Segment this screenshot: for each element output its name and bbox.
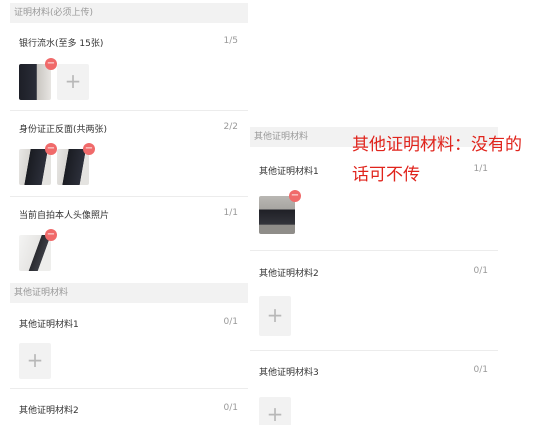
upload-item-selfie: 当前自拍本人头像照片 1/1 − xyxy=(10,197,248,283)
item-count: 0/1 xyxy=(223,403,238,413)
upload-item-bank-statement: 银行流水(至多 15张) 1/5 − + xyxy=(10,23,248,111)
item-title: 其他证明材料3 xyxy=(259,368,319,378)
upload-item-other-2: 其他证明材料2 0/1 xyxy=(10,389,248,425)
item-title: 其他证明材料2 xyxy=(19,406,79,416)
item-count: 0/1 xyxy=(473,365,488,375)
photo-thumbnail xyxy=(57,149,89,185)
item-count: 2/2 xyxy=(223,122,238,132)
minus-circle-icon[interactable]: − xyxy=(83,143,95,155)
add-image-button[interactable]: + xyxy=(19,343,51,379)
item-count: 1/5 xyxy=(223,36,238,46)
photo-thumbnail xyxy=(19,64,51,100)
uploaded-image[interactable]: − xyxy=(19,143,57,185)
uploaded-image[interactable]: − xyxy=(19,229,57,271)
photo-thumbnail xyxy=(19,149,51,185)
add-image-button[interactable]: + xyxy=(259,296,291,336)
annotation-note: 其他证明材料：没有的话可不传 xyxy=(352,135,522,185)
item-title: 当前自拍本人头像照片 xyxy=(19,211,110,221)
item-title: 其他证明材料1 xyxy=(19,320,79,330)
add-image-button[interactable]: + xyxy=(57,64,89,100)
item-count: 0/1 xyxy=(223,317,238,327)
upload-item-other-1: 其他证明材料1 0/1 + xyxy=(10,303,248,389)
uploaded-image[interactable]: − xyxy=(259,190,301,234)
minus-circle-icon[interactable]: − xyxy=(289,190,301,202)
photo-thumbnail xyxy=(259,196,295,234)
add-image-button[interactable]: + xyxy=(259,397,291,425)
uploaded-image[interactable]: − xyxy=(57,143,95,185)
item-title: 银行流水(至多 15张) xyxy=(19,39,104,49)
photo-thumbnail xyxy=(19,235,51,271)
section-header-required: 证明材料(必须上传) xyxy=(10,3,248,23)
minus-circle-icon[interactable]: − xyxy=(45,143,57,155)
upload-form-left: 证明材料(必须上传) 银行流水(至多 15张) 1/5 − + 身份证正反面(共… xyxy=(10,0,248,425)
upload-item-other-3: 其他证明材料3 0/1 + xyxy=(250,351,498,425)
item-title: 其他证明材料1 xyxy=(259,167,319,177)
item-title: 其他证明材料2 xyxy=(259,269,319,279)
item-count: 0/1 xyxy=(473,266,488,276)
item-title: 身份证正反面(共两张) xyxy=(19,125,108,135)
section-header-other: 其他证明材料 xyxy=(10,283,248,303)
minus-circle-icon[interactable]: − xyxy=(45,229,57,241)
upload-item-id-card: 身份证正反面(共两张) 2/2 − − xyxy=(10,111,248,197)
item-count: 1/1 xyxy=(223,208,238,218)
uploaded-image[interactable]: − xyxy=(19,58,57,100)
minus-circle-icon[interactable]: − xyxy=(45,58,57,70)
upload-item-other-2: 其他证明材料2 0/1 + xyxy=(250,251,498,351)
